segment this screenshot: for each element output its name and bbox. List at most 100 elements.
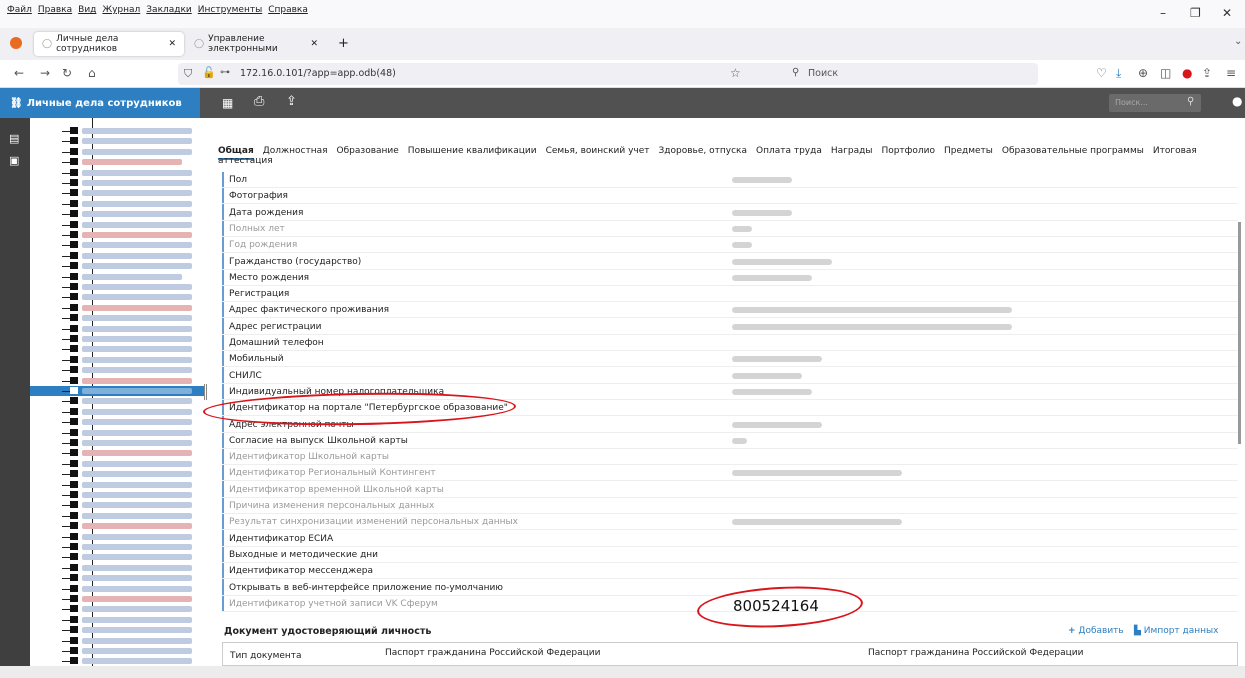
download-icon[interactable]: ⤓: [1116, 66, 1121, 81]
tree-node[interactable]: [30, 147, 204, 157]
pocket-icon[interactable]: ♡: [1096, 66, 1107, 80]
tree-node[interactable]: [30, 563, 204, 573]
tree-node[interactable]: [30, 438, 204, 448]
extension-icon[interactable]: ⊕: [1138, 66, 1148, 80]
doc-table-row[interactable]: Тип документа Паспорт гражданина Российс…: [222, 642, 1238, 666]
share-icon[interactable]: ⇪: [1202, 66, 1212, 80]
tree-node[interactable]: [30, 604, 204, 614]
tree-node[interactable]: [30, 428, 204, 438]
tree-node[interactable]: [30, 573, 204, 583]
tab-item[interactable]: Оплата труда: [756, 146, 822, 156]
tree-node[interactable]: [30, 386, 204, 396]
field-row[interactable]: Причина изменения персональных данных: [222, 498, 1238, 514]
tree-node[interactable]: [30, 261, 204, 271]
tree-node[interactable]: [30, 209, 204, 219]
tree-node[interactable]: [30, 313, 204, 323]
tree-node[interactable]: [30, 615, 204, 625]
field-row[interactable]: Идентификатор Региональный Контингент: [222, 465, 1238, 482]
field-row[interactable]: Пол: [222, 172, 1238, 188]
field-row[interactable]: Домашний телефон: [222, 335, 1238, 351]
tree-node[interactable]: [30, 355, 204, 365]
menu-item[interactable]: Журнал: [99, 4, 143, 16]
field-row[interactable]: Идентификатор Школьной карты: [222, 449, 1238, 466]
tree-node[interactable]: [30, 646, 204, 656]
tree-node[interactable]: [30, 407, 204, 417]
menu-item[interactable]: Файл: [4, 4, 35, 16]
upload-icon[interactable]: ⇪: [286, 94, 297, 109]
tab-item[interactable]: Семья, воинский учет: [546, 146, 650, 156]
tree-node[interactable]: [30, 521, 204, 531]
tree-node[interactable]: [30, 292, 204, 302]
tree-node[interactable]: [30, 126, 204, 136]
tab-item[interactable]: Повышение квалификации: [408, 146, 537, 156]
tree-node[interactable]: [30, 168, 204, 178]
database-icon[interactable]: ▤: [9, 132, 19, 145]
menu-item[interactable]: Закладки: [143, 4, 195, 16]
field-row[interactable]: Идентификатор мессенджера: [222, 563, 1238, 580]
adblock-icon[interactable]: ●: [1182, 66, 1192, 80]
tree-node[interactable]: [30, 230, 204, 240]
tree-node[interactable]: [30, 251, 204, 261]
restore-icon[interactable]: ❐: [1190, 6, 1201, 20]
field-row[interactable]: Гражданство (государство): [222, 254, 1238, 270]
tree-node[interactable]: [30, 511, 204, 521]
tree-node[interactable]: [30, 584, 204, 594]
field-row[interactable]: Адрес регистрации: [222, 319, 1238, 335]
user-icon[interactable]: ●: [1232, 94, 1242, 108]
tab-item[interactable]: Портфолио: [881, 146, 935, 156]
tree-node[interactable]: [30, 625, 204, 635]
close-tab-icon[interactable]: ✕: [310, 39, 318, 49]
tree-node[interactable]: [30, 334, 204, 344]
tab-item[interactable]: Здоровье, отпуска: [659, 146, 747, 156]
splitter-handle[interactable]: [204, 384, 207, 400]
field-row[interactable]: Место рождения: [222, 270, 1238, 286]
tree-node[interactable]: [30, 448, 204, 458]
tree-node[interactable]: [30, 136, 204, 146]
import-button[interactable]: ▙ Импорт данных: [1134, 626, 1218, 636]
field-row[interactable]: Результат синхронизации изменений персон…: [222, 514, 1238, 531]
app-title[interactable]: ⛓ Личные дела сотрудников: [0, 88, 200, 118]
tab-item[interactable]: Образовательные программы: [1002, 146, 1144, 156]
bookmark-star-icon[interactable]: ☆: [730, 66, 741, 80]
tab-item[interactable]: Награды: [831, 146, 873, 156]
tree-node[interactable]: [30, 282, 204, 292]
close-icon[interactable]: ✕: [1222, 6, 1232, 20]
menu-item[interactable]: Вид: [75, 4, 99, 16]
tree-node[interactable]: [30, 199, 204, 209]
tree-node[interactable]: [30, 344, 204, 354]
tree-node[interactable]: [30, 480, 204, 490]
tree-node[interactable]: [30, 365, 204, 375]
tree-node[interactable]: [30, 303, 204, 313]
tab-personal-files[interactable]: ◯ Личные дела сотрудников ✕: [34, 32, 184, 56]
tree-node[interactable]: [30, 220, 204, 230]
back-icon[interactable]: ←: [14, 66, 24, 80]
field-row[interactable]: Полных лет: [222, 221, 1238, 237]
tree-node[interactable]: [30, 469, 204, 479]
tree-node[interactable]: [30, 417, 204, 427]
tab-item[interactable]: Предметы: [944, 146, 993, 156]
hamburger-menu-icon[interactable]: ≡: [1226, 66, 1236, 80]
menu-item[interactable]: Правка: [35, 4, 75, 16]
forward-icon[interactable]: →: [40, 66, 50, 80]
field-row[interactable]: СНИЛС: [222, 368, 1238, 384]
chevron-down-icon[interactable]: ⌄: [1234, 36, 1242, 47]
tree-node[interactable]: [30, 459, 204, 469]
field-row[interactable]: Мобильный: [222, 351, 1238, 368]
tree-node[interactable]: [30, 396, 204, 406]
tree-node[interactable]: [30, 656, 204, 666]
print-icon[interactable]: ⎙: [254, 94, 264, 109]
field-row[interactable]: Идентификатор временной Школьной карты: [222, 482, 1238, 498]
reload-icon[interactable]: ↻: [62, 66, 72, 80]
field-row[interactable]: Согласие на выпуск Школьной карты: [222, 433, 1238, 449]
field-row[interactable]: Регистрация: [222, 286, 1238, 303]
field-row[interactable]: Фотография: [222, 188, 1238, 205]
field-row[interactable]: Идентификатор ЕСИА: [222, 531, 1238, 547]
tree-node[interactable]: [30, 157, 204, 167]
browser-search[interactable]: ⚲ Поиск: [792, 63, 1036, 85]
tree-node[interactable]: [30, 490, 204, 500]
tree-node[interactable]: [30, 542, 204, 552]
menu-item[interactable]: Инструменты: [195, 4, 265, 16]
field-row[interactable]: Год рождения: [222, 237, 1238, 254]
home-icon[interactable]: ⌂: [88, 66, 96, 80]
tree-node[interactable]: [30, 324, 204, 334]
